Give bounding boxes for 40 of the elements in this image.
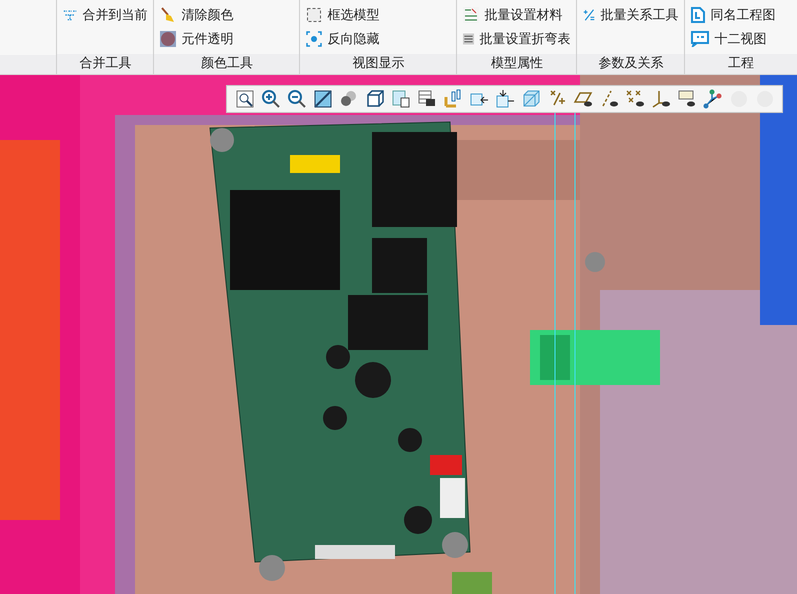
group-label: 颜色工具 <box>154 54 300 74</box>
toolbar-button[interactable] <box>285 88 308 110</box>
group-label: 工程 <box>685 54 797 74</box>
group-label: 视图显示 <box>300 54 456 74</box>
note-eye-icon <box>676 89 696 109</box>
zoom-out-icon <box>286 89 306 109</box>
zoom-in-icon <box>260 89 280 109</box>
ribbon-button[interactable]: 框选模型 <box>306 6 450 24</box>
shaded-shapes-icon <box>338 89 358 109</box>
repaint-icon <box>312 89 332 109</box>
ribbon-button[interactable]: 十二视图 <box>691 30 791 48</box>
ribbon-button[interactable]: 同名工程图 <box>691 6 791 24</box>
ribbon-button[interactable]: 批量关系工具 <box>583 6 678 24</box>
sphere-icon <box>160 31 176 47</box>
ribbon-button[interactable]: 清除颜色 <box>160 6 294 24</box>
cube-icon <box>364 89 384 109</box>
ribbon-button[interactable]: 反向隐藏 <box>306 30 450 48</box>
chart-bars-icon <box>442 89 462 109</box>
coordinate-axes-icon <box>650 89 670 109</box>
broom-icon <box>160 7 176 23</box>
relation-icon <box>583 7 596 23</box>
wireframe-cube-icon <box>520 89 540 109</box>
camera-icon <box>416 89 436 109</box>
table-icon <box>463 31 474 47</box>
group-label: 合并工具 <box>57 54 154 74</box>
ribbon-button[interactable]: 元件透明 <box>160 30 294 48</box>
cube-arrow-icon <box>494 89 514 109</box>
toolbar-button[interactable] <box>259 88 282 110</box>
group-label: 参数及关系 <box>577 54 684 74</box>
branch-icon <box>702 89 722 109</box>
box-select-icon <box>306 7 322 23</box>
points-eye-icon <box>624 89 644 109</box>
group-label: 模型属性 <box>457 54 576 74</box>
zoom-fit-icon <box>234 89 254 109</box>
ribbon-button[interactable]: 合并到当前 <box>63 6 148 24</box>
views-icon <box>390 89 410 109</box>
eye-frame-icon <box>306 31 322 47</box>
drawing-icon <box>691 7 706 23</box>
ribbon-button[interactable]: 批量设置折弯表 <box>463 30 570 48</box>
ribbon-button[interactable]: 批量设置材料 <box>463 6 570 24</box>
